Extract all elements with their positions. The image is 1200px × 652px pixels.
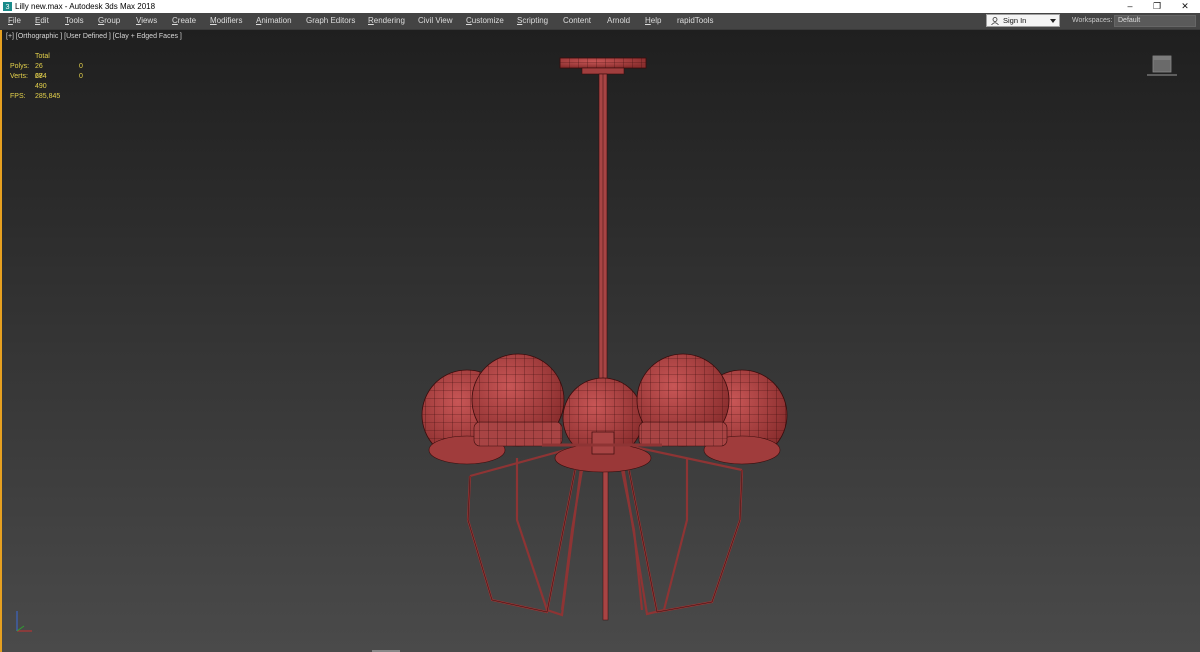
globe-right-front bbox=[636, 353, 730, 447]
workspaces-label: Workspaces: bbox=[1072, 17, 1113, 24]
chandelier-model bbox=[421, 57, 788, 621]
fps-label: FPS: bbox=[10, 93, 26, 100]
menu-help[interactable]: Help bbox=[645, 13, 661, 29]
verts-total: 27 490 bbox=[35, 73, 47, 90]
menu-rendering[interactable]: Rendering bbox=[368, 13, 405, 29]
sign-in-dropdown[interactable]: Sign In bbox=[986, 14, 1060, 27]
globe-left-front bbox=[471, 353, 565, 447]
menu-content[interactable]: Content bbox=[563, 13, 591, 29]
stats-header: Total bbox=[35, 53, 50, 60]
close-button[interactable]: ✕ bbox=[1171, 0, 1199, 13]
polys-label: Polys: bbox=[10, 63, 30, 70]
menu-edit[interactable]: Edit bbox=[35, 13, 49, 29]
menu-create[interactable]: Create bbox=[172, 13, 196, 29]
svg-text:3: 3 bbox=[6, 2, 10, 11]
viewcube-icon[interactable] bbox=[1147, 54, 1177, 78]
viewport-orthographic[interactable]: [+] [Orthographic ] [User Defined ] [Cla… bbox=[0, 30, 1200, 652]
menu-tools[interactable]: Tools bbox=[65, 13, 84, 29]
menu-rapidtools[interactable]: rapidTools bbox=[677, 13, 713, 29]
menu-group[interactable]: Group bbox=[98, 13, 120, 29]
minimize-button[interactable]: – bbox=[1116, 0, 1144, 13]
window-title: Lilly new.max - Autodesk 3ds Max 2018 bbox=[15, 2, 156, 11]
restore-button[interactable]: ❐ bbox=[1143, 0, 1171, 13]
sign-in-label: Sign In bbox=[1003, 16, 1027, 25]
menu-views[interactable]: Views bbox=[136, 13, 157, 29]
verts-selected: 0 bbox=[79, 73, 83, 80]
menu-animation[interactable]: Animation bbox=[256, 13, 292, 29]
menu-graph-editors[interactable]: Graph Editors bbox=[306, 13, 355, 29]
user-icon bbox=[991, 17, 999, 25]
fps-value: 285,845 bbox=[35, 93, 61, 100]
window-title-bar: 3 Lilly new.max - Autodesk 3ds Max 2018 … bbox=[0, 0, 1200, 13]
chevron-down-icon bbox=[1050, 19, 1056, 23]
menu-customize[interactable]: Customize bbox=[466, 13, 504, 29]
menu-file[interactable]: File bbox=[8, 13, 21, 29]
menu-scripting[interactable]: Scripting bbox=[517, 13, 548, 29]
axis-tripod-icon bbox=[16, 611, 32, 632]
polys-selected: 0 bbox=[79, 63, 83, 70]
viewport-label[interactable]: [+] [Orthographic ] [User Defined ] [Cla… bbox=[6, 33, 182, 40]
verts-label: Verts: bbox=[10, 73, 28, 80]
menu-modifiers[interactable]: Modifiers bbox=[210, 13, 242, 29]
center-rod bbox=[598, 73, 609, 621]
globe-center bbox=[554, 377, 652, 473]
app-logo-icon: 3 bbox=[3, 2, 12, 11]
ceiling-canopy bbox=[559, 57, 647, 75]
menu-civil-view[interactable]: Civil View bbox=[418, 13, 453, 29]
menu-arnold[interactable]: Arnold bbox=[607, 13, 630, 29]
workspaces-select[interactable]: Default bbox=[1114, 15, 1196, 27]
